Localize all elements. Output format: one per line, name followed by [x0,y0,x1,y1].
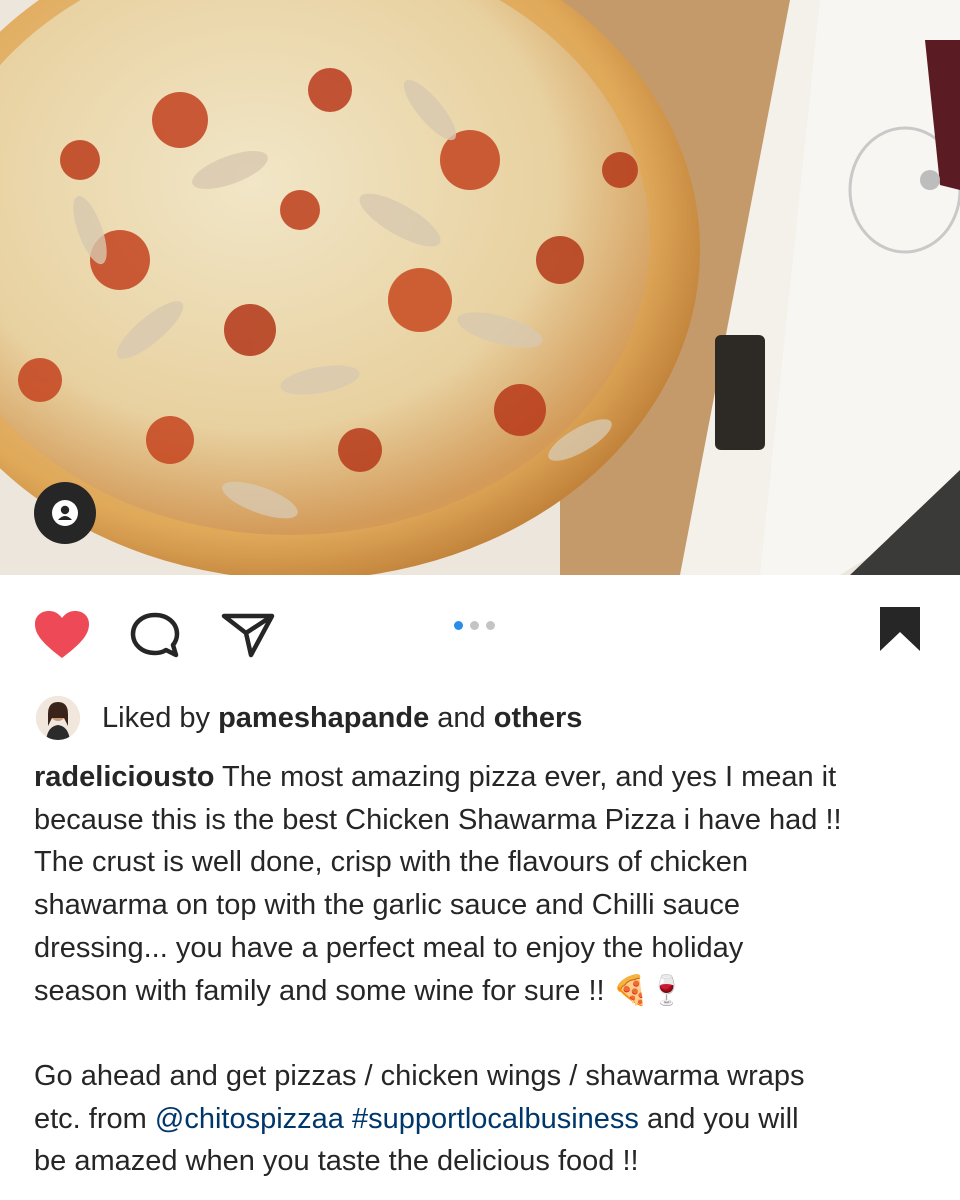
post-caption: radeliciousto The most amazing pizza eve… [34,756,934,1183]
bookmark-icon [880,607,920,651]
liker-avatar[interactable] [36,696,80,740]
hashtag-link[interactable]: #supportlocalbusiness [352,1103,639,1135]
user-tag-icon [52,500,78,526]
liked-by-user[interactable]: pameshapande [218,702,429,735]
share-button[interactable] [221,612,275,663]
avatar-image [36,696,80,740]
liked-by-prefix: Liked by [102,701,211,734]
caption-line: Go ahead and get pizzas / chicken wings … [34,1059,805,1092]
comment-icon [130,612,180,658]
carousel-indicator [454,621,495,630]
pizza-photo [0,0,960,575]
carousel-dot [486,621,495,630]
caption-line: The most amazing pizza ever, and yes I m… [222,761,837,793]
liked-by-row[interactable]: Liked by pameshapande and others [36,695,582,741]
caption-line: and you will [638,1102,799,1135]
caption-line: shawarma on top with the garlic sauce an… [34,889,741,922]
comment-button[interactable] [129,611,181,664]
caption-username[interactable]: radeliciousto [34,761,215,793]
post-image[interactable] [0,0,960,575]
caption-line: season with family and some wine for sur… [34,974,685,1007]
post-actions-bar [0,575,960,685]
send-icon [221,613,275,658]
liked-by-others[interactable]: others [494,702,583,735]
caption-line: etc. from [34,1102,147,1135]
carousel-dot [470,621,479,630]
caption-line: because this is the best Chicken Shawarm… [34,803,842,836]
caption-line: be amazed when you taste the delicious f… [34,1145,639,1178]
caption-line: The crust is well done, crisp with the f… [34,846,749,879]
mention-link[interactable]: @chitospizzaa [155,1103,344,1135]
caption-line: dressing... you have a perfect meal to e… [34,931,744,964]
heart-icon [35,611,89,658]
liked-by-middle: and [437,701,486,734]
save-button[interactable] [878,605,922,658]
user-tag-button[interactable] [34,482,96,544]
like-button[interactable] [34,610,90,665]
carousel-dot-active [454,621,463,630]
